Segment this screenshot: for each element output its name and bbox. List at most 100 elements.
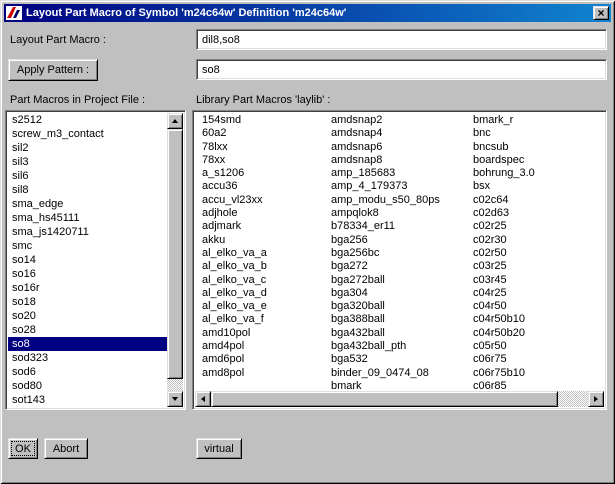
library-macros-listbox[interactable]: 154smd 60a2 78lxx 78xx a_s1206 accu36 accu_vl2… [192, 110, 607, 410]
list-item[interactable]: amd10pol [202, 327, 331, 340]
list-item[interactable]: so18 [8, 295, 167, 309]
list-item[interactable]: 78xx [202, 154, 331, 167]
list-item[interactable]: c03r25 [473, 260, 604, 273]
list-item[interactable]: al_elko_va_e [202, 300, 331, 313]
list-item[interactable]: amp_4_179373 [331, 180, 473, 193]
list-item[interactable]: bnc [473, 127, 604, 140]
layout-part-macro-input[interactable] [197, 30, 606, 49]
list-item[interactable]: sma_js1420711 [8, 225, 167, 239]
list-item[interactable]: so28 [8, 323, 167, 337]
list-item[interactable]: sod323 [8, 351, 167, 365]
list-item[interactable]: screw_m3_contact [8, 127, 167, 141]
list-item[interactable]: ampqlok8 [331, 207, 473, 220]
list-item[interactable]: c02d63 [473, 207, 604, 220]
list-item[interactable]: bmark [331, 380, 473, 391]
horizontal-scrollbar[interactable] [195, 391, 604, 407]
list-item[interactable]: bga388ball [331, 313, 473, 326]
list-item[interactable]: al_elko_va_c [202, 274, 331, 287]
list-item[interactable]: adjhole [202, 207, 331, 220]
list-item[interactable]: c02r50 [473, 247, 604, 260]
list-item[interactable]: b78334_er11 [331, 220, 473, 233]
list-item[interactable]: s2512 [8, 113, 167, 127]
list-item[interactable]: so16 [8, 267, 167, 281]
list-item[interactable]: bga256 [331, 234, 473, 247]
list-item[interactable]: bsx [473, 180, 604, 193]
list-item[interactable]: bga432ball_pth [331, 340, 473, 353]
list-item[interactable]: sma_edge [8, 197, 167, 211]
list-item[interactable]: c05r50 [473, 340, 604, 353]
list-item[interactable]: amp_modu_s50_80ps [331, 194, 473, 207]
scroll-up-button[interactable] [167, 113, 183, 129]
list-item[interactable]: akku [202, 234, 331, 247]
list-item[interactable]: al_elko_va_d [202, 287, 331, 300]
list-item[interactable]: so20 [8, 309, 167, 323]
list-item[interactable]: bga432ball [331, 327, 473, 340]
list-item[interactable]: 60a2 [202, 127, 331, 140]
list-item[interactable]: amdsnap2 [331, 114, 473, 127]
list-item[interactable]: bga272 [331, 260, 473, 273]
list-item[interactable]: so8 [8, 337, 167, 351]
list-item[interactable]: al_elko_va_f [202, 313, 331, 326]
project-macros-listbox[interactable]: s2512 screw_m3_contact sil2 sil3 sil6 sil8 sma… [5, 110, 186, 410]
list-item[interactable]: binder_09_0474_08 [331, 367, 473, 380]
list-item[interactable]: bohrung_3.0 [473, 167, 604, 180]
apply-pattern-input[interactable] [197, 60, 606, 79]
list-item[interactable]: c02r30 [473, 234, 604, 247]
list-item[interactable]: sil3 [8, 155, 167, 169]
list-item[interactable]: smc [8, 239, 167, 253]
list-item[interactable]: c02c64 [473, 194, 604, 207]
apply-pattern-button[interactable]: Apply Pattern : [8, 59, 98, 81]
list-item[interactable]: c04r50b20 [473, 327, 604, 340]
list-item[interactable]: amdsnap4 [331, 127, 473, 140]
list-item[interactable]: accu_vl23xx [202, 194, 331, 207]
list-item[interactable]: al_elko_va_a [202, 247, 331, 260]
list-item[interactable]: c04r25 [473, 287, 604, 300]
list-item[interactable]: sot143 [8, 393, 167, 407]
ok-button[interactable]: OK [8, 438, 38, 459]
list-item[interactable]: 154smd [202, 114, 331, 127]
list-item[interactable]: bga532 [331, 353, 473, 366]
list-item[interactable]: so16r [8, 281, 167, 295]
list-item[interactable]: accu36 [202, 180, 331, 193]
list-item[interactable]: c04r50 [473, 300, 604, 313]
hscrollbar-thumb[interactable] [211, 391, 558, 407]
list-item[interactable]: 78lxx [202, 141, 331, 154]
list-item[interactable]: c06r85 [473, 380, 604, 391]
list-item[interactable]: adjmark [202, 220, 331, 233]
list-item[interactable]: bmark_r [473, 114, 604, 127]
list-item[interactable]: amd6pol [202, 353, 331, 366]
list-item[interactable]: amdsnap6 [331, 141, 473, 154]
list-item[interactable]: sil6 [8, 169, 167, 183]
vertical-scrollbar[interactable] [167, 113, 183, 407]
virtual-button[interactable]: virtual [196, 438, 242, 459]
list-item[interactable]: boardspec [473, 154, 604, 167]
scroll-down-button[interactable] [167, 391, 183, 407]
list-item[interactable]: so14 [8, 253, 167, 267]
list-item[interactable]: a_s1206 [202, 167, 331, 180]
list-item[interactable]: amd8pol [202, 367, 331, 380]
abort-button[interactable]: Abort [44, 438, 88, 459]
list-item[interactable]: bga304 [331, 287, 473, 300]
list-item[interactable]: bga272ball [331, 274, 473, 287]
list-item[interactable]: c06r75 [473, 353, 604, 366]
list-item[interactable]: sod6 [8, 365, 167, 379]
list-item[interactable]: sma_hs45111 [8, 211, 167, 225]
list-item[interactable]: c06r75b10 [473, 367, 604, 380]
list-item[interactable]: bga256bc [331, 247, 473, 260]
close-button[interactable]: × [593, 6, 609, 20]
scroll-left-button[interactable] [195, 391, 211, 407]
list-item[interactable]: c02r25 [473, 220, 604, 233]
list-item[interactable]: al_elko_va_b [202, 260, 331, 273]
list-item[interactable]: bga320ball [331, 300, 473, 313]
list-item[interactable]: sod80 [8, 379, 167, 393]
scroll-right-button[interactable] [588, 391, 604, 407]
list-item[interactable]: sil2 [8, 141, 167, 155]
list-item[interactable]: amd4pol [202, 340, 331, 353]
scrollbar-thumb[interactable] [167, 129, 183, 379]
list-item[interactable]: amp_185683 [331, 167, 473, 180]
list-item[interactable]: bncsub [473, 141, 604, 154]
list-item[interactable]: sil8 [8, 183, 167, 197]
list-item[interactable]: c03r45 [473, 274, 604, 287]
list-item[interactable]: c04r50b10 [473, 313, 604, 326]
list-item[interactable]: amdsnap8 [331, 154, 473, 167]
